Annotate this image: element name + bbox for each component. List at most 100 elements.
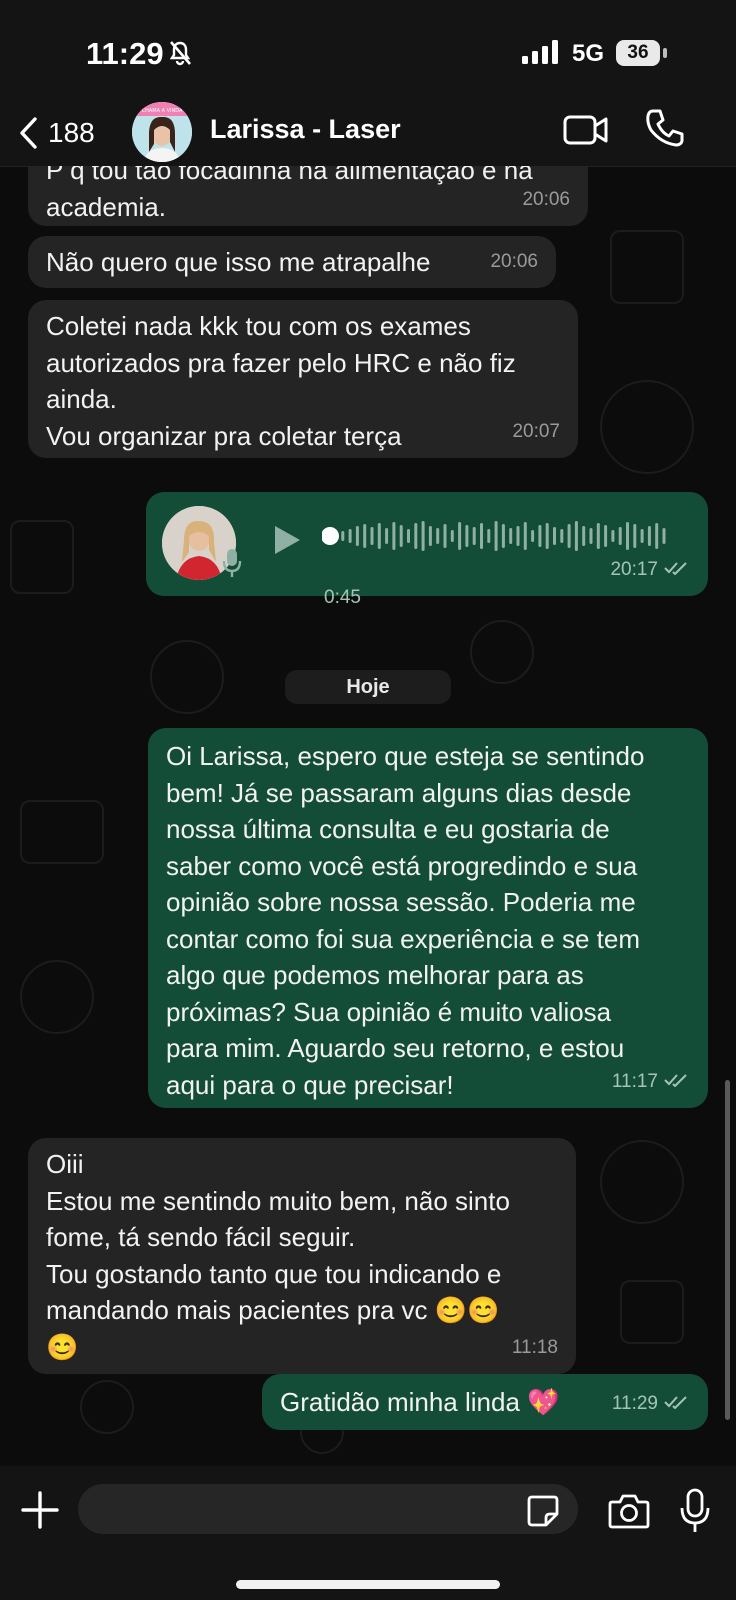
camera-button[interactable] <box>608 1492 650 1530</box>
message-time: 11:18 <box>511 1336 558 1358</box>
waveform-bar <box>516 526 520 546</box>
waveform-bar <box>399 525 403 547</box>
scrollbar[interactable] <box>725 1080 730 1420</box>
waveform-bar <box>509 528 513 544</box>
waveform-bar <box>487 529 491 543</box>
waveform-bar <box>523 522 527 550</box>
plus-icon <box>21 1491 59 1529</box>
waveform-bar <box>472 527 476 545</box>
play-button[interactable] <box>272 524 302 566</box>
waveform-bar <box>611 530 615 542</box>
waveform-bar <box>618 527 622 545</box>
waveform-bar <box>560 529 564 543</box>
double-check-icon <box>664 552 690 589</box>
waveform-bar <box>655 523 659 549</box>
phone-icon <box>646 109 684 147</box>
avatar-label: CHAMA A VINDA <box>142 108 183 114</box>
message-input[interactable] <box>78 1484 578 1534</box>
message-text: P q tou tão focadinha na alimentação e n… <box>46 166 533 222</box>
waveform-bar <box>596 523 600 549</box>
waveform-bar <box>633 524 637 548</box>
sticker-button[interactable] <box>526 1494 560 1528</box>
microphone-icon <box>222 548 242 588</box>
waveform-bar <box>348 529 352 543</box>
message-list: P q tou tão focadinha na alimentação e n… <box>0 166 736 1466</box>
waveform-bar <box>494 521 498 551</box>
waveform-bar <box>589 528 593 544</box>
message-bubble-outgoing[interactable]: Gratidão minha linda 💖 11:29 <box>262 1374 708 1430</box>
waveform-bar <box>407 529 410 543</box>
waveform-bar <box>480 523 483 549</box>
waveform-bar <box>341 531 345 541</box>
message-time: 20:07 <box>512 420 560 442</box>
waveform-bar <box>414 523 418 549</box>
voice-duration: 0:45 <box>324 587 361 608</box>
message-time: 20:06 <box>490 250 538 272</box>
waveform-bar <box>443 524 447 548</box>
play-icon <box>275 526 300 554</box>
waveform-bar <box>355 526 359 546</box>
attach-button[interactable] <box>18 1488 62 1532</box>
waveform-bar <box>465 525 469 547</box>
message-time: 20:06 <box>522 188 570 210</box>
message-text: Coletei nada kkk tou com os exames autor… <box>46 311 516 451</box>
message-time: 11:17 <box>611 1070 658 1092</box>
waveform-bar <box>582 526 586 546</box>
waveform-bar <box>436 528 440 544</box>
video-call-button[interactable] <box>563 112 609 148</box>
voice-call-button[interactable] <box>645 108 685 148</box>
battery-tip <box>663 48 667 58</box>
waveform-bar <box>458 522 462 550</box>
waveform-bar <box>567 524 571 548</box>
battery-icon: 36 <box>616 40 660 66</box>
waveform-bar <box>385 528 389 544</box>
voice-message-bubble[interactable]: 0:45 20:17 <box>146 492 708 608</box>
home-indicator <box>236 1580 500 1589</box>
voice-record-button[interactable] <box>678 1488 712 1534</box>
sticker-icon <box>527 1495 559 1527</box>
message-bubble-incoming[interactable]: Não quero que isso me atrapalhe 20:06 <box>28 236 556 288</box>
waveform-bar <box>553 527 556 545</box>
message-bubble-incoming[interactable]: Oiii Estou me sentindo muito bem, não si… <box>28 1138 576 1374</box>
contact-name[interactable]: Larissa - Laser <box>210 114 401 145</box>
waveform-bar <box>626 522 629 550</box>
waveform-bar <box>662 528 666 544</box>
message-bubble-incoming[interactable]: P q tou tão focadinha na alimentação e n… <box>28 166 588 226</box>
waveform-bar <box>377 523 381 549</box>
audio-waveform[interactable] <box>322 516 682 556</box>
message-bubble-incoming[interactable]: Coletei nada kkk tou com os exames autor… <box>28 300 578 458</box>
network-type: 5G <box>572 40 605 67</box>
waveform-bar <box>574 521 578 551</box>
chat-header: 188 CHAMA A VINDA Larissa - Laser <box>0 100 736 167</box>
date-separator: Hoje <box>285 670 451 704</box>
message-text: Não quero que isso me atrapalhe <box>46 247 431 277</box>
unread-count: 188 <box>48 117 95 148</box>
waveform-bar <box>421 521 425 551</box>
waveform-bar <box>538 525 542 547</box>
waveform-bar <box>501 524 505 548</box>
chevron-left-icon <box>20 117 37 149</box>
waveform-bar <box>370 527 374 545</box>
playback-scrubber[interactable] <box>322 527 339 545</box>
status-time: 11:29 <box>86 36 164 71</box>
cellular-signal-icon <box>522 40 560 69</box>
status-bar: 11:29 5G 36 <box>0 0 736 100</box>
waveform-bar <box>392 522 396 550</box>
camera-icon <box>608 1494 650 1529</box>
input-bar <box>0 1466 736 1600</box>
message-bubble-outgoing[interactable]: Oi Larissa, espero que esteja se sentind… <box>148 728 708 1108</box>
message-time: 11:29 <box>611 1392 658 1414</box>
waveform-bar <box>604 525 608 547</box>
waveform-bar <box>531 530 535 542</box>
contact-avatar[interactable]: CHAMA A VINDA <box>132 102 192 162</box>
waveform-bar <box>363 524 367 548</box>
waveform-bar <box>545 523 549 549</box>
message-text: Oi Larissa, espero que esteja se sentind… <box>166 741 645 1100</box>
message-text: Oiii Estou me sentindo muito bem, não si… <box>46 1149 510 1362</box>
waveform-bar <box>647 526 651 546</box>
silent-bell-icon <box>168 40 192 71</box>
video-camera-icon <box>563 115 608 145</box>
microphone-icon <box>680 1488 710 1532</box>
back-button[interactable]: 188 <box>18 110 118 156</box>
waveform-bar <box>640 529 644 543</box>
